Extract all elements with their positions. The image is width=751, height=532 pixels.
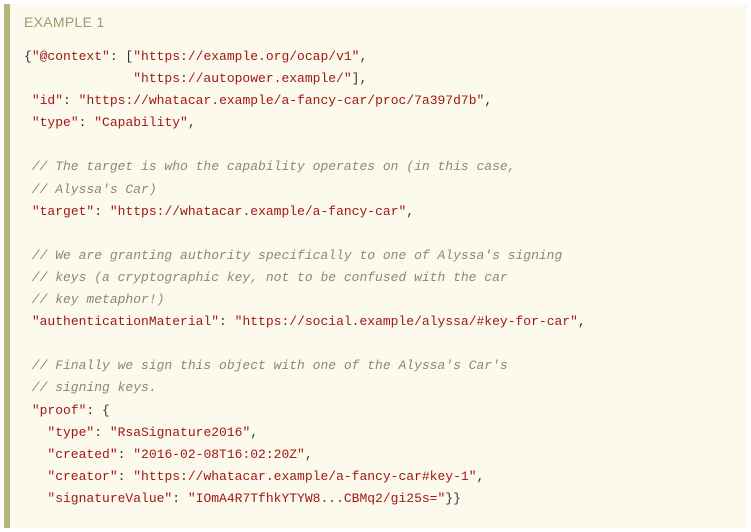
json-string: "https://example.org/ocap/v1" <box>133 49 359 64</box>
comment: // Finally we sign this object with one … <box>24 358 508 373</box>
json-key: "created" <box>47 447 117 462</box>
json-string: "2016-02-08T16:02:20Z" <box>133 447 305 462</box>
comment: // The target is who the capability oper… <box>24 159 515 174</box>
punct: : <box>79 115 95 130</box>
json-string: "https://whatacar.example/a-fancy-car#ke… <box>133 469 476 484</box>
json-string: "https://social.example/alyssa/#key-for-… <box>235 314 578 329</box>
punct: : <box>94 425 110 440</box>
json-key: "proof" <box>32 403 87 418</box>
punct: }} <box>445 491 461 506</box>
indent <box>24 491 47 506</box>
punct: , <box>477 469 485 484</box>
json-string: "RsaSignature2016" <box>110 425 250 440</box>
indent <box>24 314 32 329</box>
punct: : <box>118 447 134 462</box>
comment: // keys (a cryptographic key, not to be … <box>24 270 508 285</box>
indent <box>24 71 133 86</box>
indent <box>24 469 47 484</box>
example-header: EXAMPLE 1 <box>10 4 747 36</box>
punct: , <box>305 447 313 462</box>
json-key: "signatureValue" <box>47 491 172 506</box>
json-string: "https://autopower.example/" <box>133 71 351 86</box>
example-container: EXAMPLE 1 {"@context": ["https://example… <box>4 4 747 528</box>
punct: , <box>188 115 196 130</box>
punct: ], <box>352 71 368 86</box>
indent <box>24 425 47 440</box>
punct: : <box>172 491 188 506</box>
json-string: "https://whatacar.example/a-fancy-car" <box>110 204 406 219</box>
json-string: "https://whatacar.example/a-fancy-car/pr… <box>79 93 485 108</box>
punct: , <box>250 425 258 440</box>
comment: // signing keys. <box>24 380 157 395</box>
punct: , <box>359 49 367 64</box>
comment: // We are granting authority specificall… <box>24 248 562 263</box>
indent <box>24 115 32 130</box>
punct: : { <box>86 403 109 418</box>
punct: : <box>94 204 110 219</box>
punct: : <box>219 314 235 329</box>
indent <box>24 93 32 108</box>
indent <box>24 447 47 462</box>
json-string: "Capability" <box>94 115 188 130</box>
json-key: "creator" <box>47 469 117 484</box>
json-key: "id" <box>32 93 63 108</box>
punct: , <box>484 93 492 108</box>
indent <box>24 204 32 219</box>
json-key: "target" <box>32 204 94 219</box>
punct: , <box>578 314 586 329</box>
punct: { <box>24 49 32 64</box>
punct: : [ <box>110 49 133 64</box>
comment: // Alyssa's Car) <box>24 182 157 197</box>
json-key: "@context" <box>32 49 110 64</box>
json-key: "type" <box>47 425 94 440</box>
indent <box>24 403 32 418</box>
json-key: "authenticationMaterial" <box>32 314 219 329</box>
punct: : <box>63 93 79 108</box>
punct: : <box>118 469 134 484</box>
json-key: "type" <box>32 115 79 130</box>
json-string: "IOmA4R7TfhkYTYW8...CBMq2/gi25s=" <box>188 491 445 506</box>
punct: , <box>406 204 414 219</box>
code-block: {"@context": ["https://example.org/ocap/… <box>10 36 747 528</box>
comment: // key metaphor!) <box>24 292 164 307</box>
